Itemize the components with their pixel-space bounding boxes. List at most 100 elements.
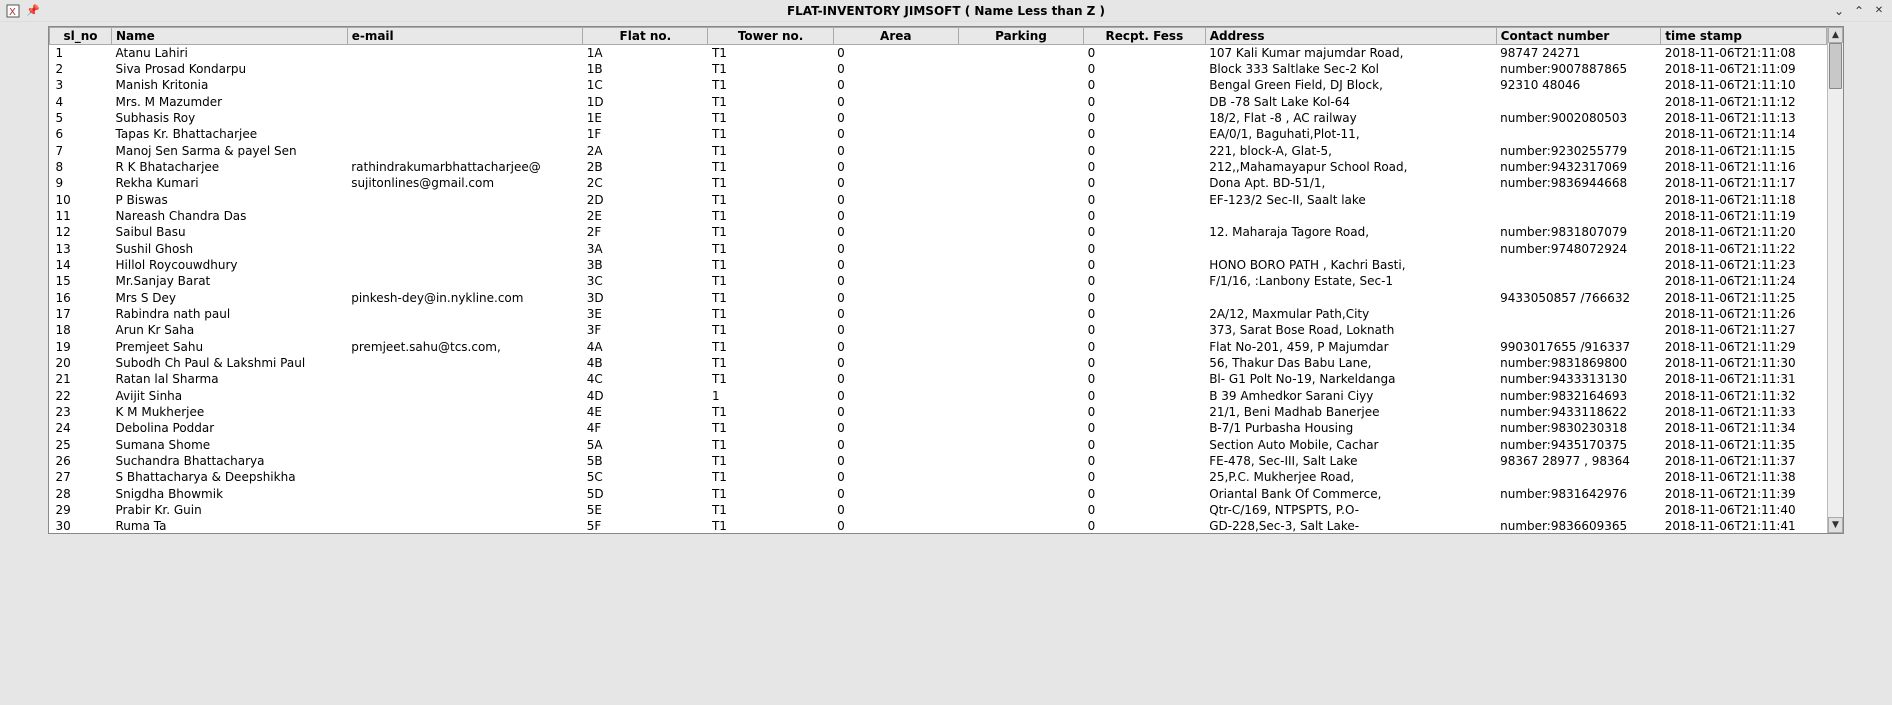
cell-tower[interactable]: T1 <box>708 289 833 305</box>
cell-contact[interactable]: number:9002080503 <box>1496 110 1661 126</box>
cell-sl[interactable]: 19 <box>50 338 112 354</box>
cell-contact[interactable]: number:9435170375 <box>1496 436 1661 452</box>
cell-ts[interactable]: 2018-11-06T21:11:33 <box>1661 404 1827 420</box>
cell-contact[interactable]: number:9832164693 <box>1496 387 1661 403</box>
cell-flat[interactable]: 1B <box>583 61 708 77</box>
cell-flat[interactable]: 2A <box>583 142 708 158</box>
cell-fees[interactable]: 0 <box>1084 61 1206 77</box>
cell-sl[interactable]: 16 <box>50 289 112 305</box>
cell-name[interactable]: Tapas Kr. Bhattacharjee <box>112 126 348 142</box>
cell-tower[interactable]: T1 <box>708 240 833 256</box>
cell-addr[interactable]: Flat No-201, 459, P Majumdar <box>1205 338 1496 354</box>
cell-addr[interactable]: 221, block-A, Glat-5, <box>1205 142 1496 158</box>
scroll-up-icon[interactable]: ▲ <box>1828 27 1843 43</box>
cell-name[interactable]: Prabir Kr. Guin <box>112 502 348 518</box>
cell-sl[interactable]: 29 <box>50 502 112 518</box>
cell-email[interactable] <box>347 469 583 485</box>
minimize-icon[interactable] <box>1832 4 1846 18</box>
cell-contact[interactable] <box>1496 191 1661 207</box>
cell-park[interactable] <box>958 45 1083 61</box>
cell-ts[interactable]: 2018-11-06T21:11:41 <box>1661 518 1827 533</box>
cell-ts[interactable]: 2018-11-06T21:11:37 <box>1661 453 1827 469</box>
cell-tower[interactable]: T1 <box>708 142 833 158</box>
cell-fees[interactable]: 0 <box>1084 93 1206 109</box>
cell-area[interactable]: 0 <box>833 306 958 322</box>
cell-addr[interactable]: Section Auto Mobile, Cachar <box>1205 436 1496 452</box>
cell-fees[interactable]: 0 <box>1084 453 1206 469</box>
cell-contact[interactable]: 92310 48046 <box>1496 77 1661 93</box>
cell-flat[interactable]: 3A <box>583 240 708 256</box>
scroll-track[interactable] <box>1828 43 1843 517</box>
cell-sl[interactable]: 9 <box>50 175 112 191</box>
cell-contact[interactable]: 98367 28977 , 98364 <box>1496 453 1661 469</box>
col-name[interactable]: Name <box>112 28 348 45</box>
cell-sl[interactable]: 22 <box>50 387 112 403</box>
cell-flat[interactable]: 5C <box>583 469 708 485</box>
cell-contact[interactable] <box>1496 257 1661 273</box>
cell-flat[interactable]: 4A <box>583 338 708 354</box>
cell-sl[interactable]: 7 <box>50 142 112 158</box>
cell-park[interactable] <box>958 453 1083 469</box>
cell-addr[interactable]: B 39 Amhedkor Sarani Ciyy <box>1205 387 1496 403</box>
pin-icon[interactable] <box>26 4 40 18</box>
cell-tower[interactable]: T1 <box>708 338 833 354</box>
cell-area[interactable]: 0 <box>833 355 958 371</box>
cell-addr[interactable]: B-7/1 Purbasha Housing <box>1205 420 1496 436</box>
cell-contact[interactable]: 9433050857 /766632 <box>1496 289 1661 305</box>
cell-park[interactable] <box>958 518 1083 533</box>
cell-name[interactable]: Premjeet Sahu <box>112 338 348 354</box>
cell-addr[interactable]: GD-228,Sec-3, Salt Lake- <box>1205 518 1496 533</box>
cell-email[interactable] <box>347 355 583 371</box>
cell-email[interactable] <box>347 240 583 256</box>
cell-sl[interactable]: 24 <box>50 420 112 436</box>
cell-tower[interactable]: T1 <box>708 93 833 109</box>
cell-park[interactable] <box>958 420 1083 436</box>
cell-ts[interactable]: 2018-11-06T21:11:09 <box>1661 61 1827 77</box>
cell-park[interactable] <box>958 469 1083 485</box>
cell-sl[interactable]: 27 <box>50 469 112 485</box>
cell-park[interactable] <box>958 387 1083 403</box>
cell-tower[interactable]: T1 <box>708 436 833 452</box>
cell-flat[interactable]: 3C <box>583 273 708 289</box>
cell-ts[interactable]: 2018-11-06T21:11:31 <box>1661 371 1827 387</box>
cell-sl[interactable]: 15 <box>50 273 112 289</box>
cell-sl[interactable]: 30 <box>50 518 112 533</box>
cell-fees[interactable]: 0 <box>1084 126 1206 142</box>
cell-fees[interactable]: 0 <box>1084 159 1206 175</box>
cell-fees[interactable]: 0 <box>1084 518 1206 533</box>
col-parking[interactable]: Parking <box>958 28 1083 45</box>
cell-email[interactable] <box>347 77 583 93</box>
cell-sl[interactable]: 26 <box>50 453 112 469</box>
cell-area[interactable]: 0 <box>833 93 958 109</box>
cell-sl[interactable]: 25 <box>50 436 112 452</box>
scroll-down-icon[interactable]: ▼ <box>1828 517 1843 533</box>
cell-addr[interactable]: Oriantal Bank Of Commerce, <box>1205 485 1496 501</box>
cell-flat[interactable]: 5D <box>583 485 708 501</box>
cell-sl[interactable]: 2 <box>50 61 112 77</box>
cell-area[interactable]: 0 <box>833 485 958 501</box>
cell-tower[interactable]: T1 <box>708 306 833 322</box>
cell-area[interactable]: 0 <box>833 191 958 207</box>
cell-tower[interactable]: T1 <box>708 257 833 273</box>
table-row[interactable]: 27S Bhattacharya & Deepshikha5CT10025,P.… <box>50 469 1827 485</box>
cell-sl[interactable]: 4 <box>50 93 112 109</box>
cell-area[interactable]: 0 <box>833 77 958 93</box>
cell-addr[interactable]: 21/1, Beni Madhab Banerjee <box>1205 404 1496 420</box>
cell-ts[interactable]: 2018-11-06T21:11:39 <box>1661 485 1827 501</box>
cell-flat[interactable]: 2E <box>583 208 708 224</box>
cell-addr[interactable]: Block 333 Saltlake Sec-2 Kol <box>1205 61 1496 77</box>
table-row[interactable]: 20Subodh Ch Paul & Lakshmi Paul4BT10056,… <box>50 355 1827 371</box>
cell-fees[interactable]: 0 <box>1084 240 1206 256</box>
cell-name[interactable]: Siva Prosad Kondarpu <box>112 61 348 77</box>
cell-contact[interactable]: number:9831807079 <box>1496 224 1661 240</box>
table-row[interactable]: 30Ruma Ta5FT100GD-228,Sec-3, Salt Lake-n… <box>50 518 1827 533</box>
cell-fees[interactable]: 0 <box>1084 110 1206 126</box>
cell-sl[interactable]: 3 <box>50 77 112 93</box>
cell-email[interactable]: sujitonlines@gmail.com <box>347 175 583 191</box>
cell-addr[interactable]: FE-478, Sec-III, Salt Lake <box>1205 453 1496 469</box>
cell-addr[interactable]: 18/2, Flat -8 , AC railway <box>1205 110 1496 126</box>
cell-park[interactable] <box>958 159 1083 175</box>
cell-contact[interactable] <box>1496 126 1661 142</box>
cell-email[interactable] <box>347 404 583 420</box>
cell-park[interactable] <box>958 61 1083 77</box>
